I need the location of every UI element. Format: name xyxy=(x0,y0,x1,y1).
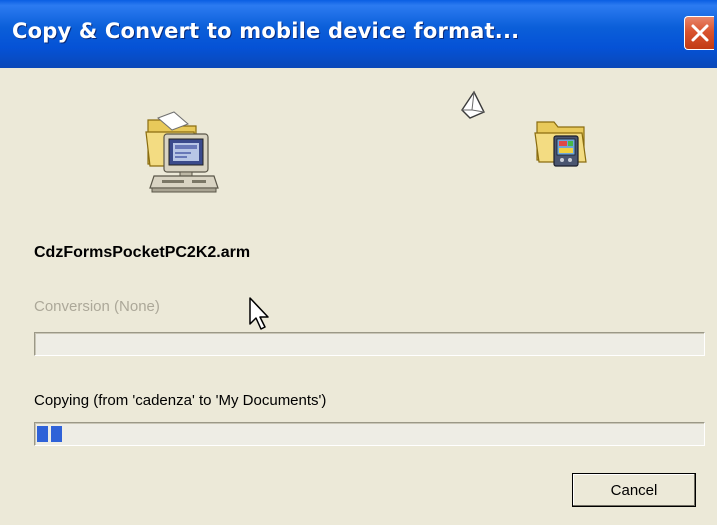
title-bar[interactable]: Copy & Convert to mobile device format..… xyxy=(0,0,717,68)
conversion-progress-bar xyxy=(34,332,705,356)
flying-paper-icon xyxy=(461,90,485,119)
copy-convert-dialog: Copy & Convert to mobile device format..… xyxy=(0,0,717,525)
close-icon xyxy=(691,24,709,42)
copying-progress-fill xyxy=(37,426,62,442)
mobile-device-folder-icon xyxy=(534,121,587,167)
close-button[interactable] xyxy=(684,16,714,50)
desktop-computer-folder-icon xyxy=(145,111,219,193)
window-title: Copy & Convert to mobile device format..… xyxy=(12,19,520,43)
file-name: CdzFormsPocketPC2K2.arm xyxy=(34,244,251,261)
copying-progress-bar xyxy=(34,422,705,446)
copying-label: Copying (from 'cadenza' to 'My Documents… xyxy=(34,392,327,409)
conversion-label: Conversion (None) xyxy=(34,298,160,315)
cancel-button[interactable]: Cancel xyxy=(572,473,696,507)
mouse-cursor-icon xyxy=(249,297,269,330)
